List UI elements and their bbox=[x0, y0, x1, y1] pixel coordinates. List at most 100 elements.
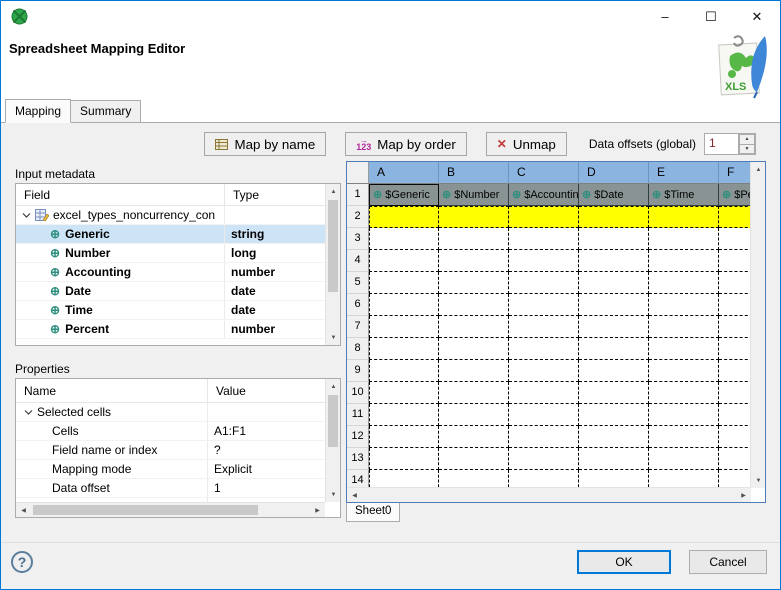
grid-cell-B13[interactable] bbox=[439, 448, 509, 470]
scroll-left-icon[interactable]: ◀ bbox=[16, 503, 31, 517]
grid-cell-E14[interactable] bbox=[649, 470, 719, 488]
grid-cell-F1[interactable]: ⊕$Percent bbox=[719, 184, 751, 206]
grid-cell-D1[interactable]: ⊕ $Date bbox=[579, 184, 649, 206]
grid-row-number[interactable]: 12 bbox=[347, 426, 369, 448]
grid-cell-B7[interactable] bbox=[439, 316, 509, 338]
unmap-button[interactable]: ✕ Unmap bbox=[485, 132, 567, 156]
grid-cell-F14[interactable] bbox=[719, 470, 751, 488]
grid-cell-D12[interactable] bbox=[579, 426, 649, 448]
grid-cell-B1[interactable]: ⊕ $Number bbox=[439, 184, 509, 206]
scroll-down-icon[interactable]: ▼ bbox=[326, 487, 340, 502]
grid-cell-C14[interactable] bbox=[509, 470, 579, 488]
properties-horizontal-scrollbar[interactable]: ◀ ▶ bbox=[16, 502, 325, 517]
grid-cell-F6[interactable] bbox=[719, 294, 751, 316]
title-bar[interactable]: – ☐ ✕ bbox=[1, 1, 780, 32]
grid-cell-B12[interactable] bbox=[439, 426, 509, 448]
grid-cell-B4[interactable] bbox=[439, 250, 509, 272]
grid-cell-A2[interactable] bbox=[369, 206, 439, 228]
grid-row-number[interactable]: 4 bbox=[347, 250, 369, 272]
grid-row-number[interactable]: 6 bbox=[347, 294, 369, 316]
grid-cell-A9[interactable] bbox=[369, 360, 439, 382]
property-row[interactable]: Mapping mode Explicit bbox=[16, 460, 325, 479]
grid-cell-C13[interactable] bbox=[509, 448, 579, 470]
ok-button[interactable]: OK bbox=[577, 550, 671, 574]
grid-row-number[interactable]: 14 bbox=[347, 470, 369, 488]
spinner-down-button[interactable]: ▼ bbox=[739, 143, 755, 154]
grid-cell-E10[interactable] bbox=[649, 382, 719, 404]
grid-column-header-C[interactable]: C bbox=[509, 162, 579, 184]
grid-cell-F12[interactable] bbox=[719, 426, 751, 448]
grid-cell-C12[interactable] bbox=[509, 426, 579, 448]
grid-column-header-B[interactable]: B bbox=[439, 162, 509, 184]
minimize-button[interactable]: – bbox=[642, 1, 688, 32]
grid-cell-F3[interactable] bbox=[719, 228, 751, 250]
scroll-down-icon[interactable]: ▼ bbox=[326, 330, 340, 345]
grid-cell-C8[interactable] bbox=[509, 338, 579, 360]
metadata-vertical-scrollbar[interactable]: ▲ ▼ bbox=[325, 184, 340, 345]
grid-cell-F5[interactable] bbox=[719, 272, 751, 294]
tab-mapping[interactable]: Mapping bbox=[5, 99, 72, 123]
grid-cell-F11[interactable] bbox=[719, 404, 751, 426]
scroll-up-icon[interactable]: ▲ bbox=[751, 162, 766, 177]
grid-cell-A13[interactable] bbox=[369, 448, 439, 470]
grid-cell-A11[interactable] bbox=[369, 404, 439, 426]
grid-cell-A14[interactable] bbox=[369, 470, 439, 488]
help-button[interactable]: ? bbox=[11, 551, 33, 573]
grid-cell-A4[interactable] bbox=[369, 250, 439, 272]
grid-cell-D13[interactable] bbox=[579, 448, 649, 470]
grid-cell-D7[interactable] bbox=[579, 316, 649, 338]
metadata-field-row[interactable]: ⊕ Time date bbox=[16, 301, 325, 320]
scroll-thumb[interactable] bbox=[328, 200, 338, 292]
close-button[interactable]: ✕ bbox=[734, 1, 780, 32]
grid-cell-F2[interactable] bbox=[719, 206, 751, 228]
grid-cell-D3[interactable] bbox=[579, 228, 649, 250]
grid-cell-A7[interactable] bbox=[369, 316, 439, 338]
grid-cell-A6[interactable] bbox=[369, 294, 439, 316]
grid-row-number[interactable]: 8 bbox=[347, 338, 369, 360]
scroll-up-icon[interactable]: ▲ bbox=[326, 184, 340, 199]
grid-row-number[interactable]: 13 bbox=[347, 448, 369, 470]
grid-cell-B10[interactable] bbox=[439, 382, 509, 404]
grid-cell-F8[interactable] bbox=[719, 338, 751, 360]
grid-cell-D9[interactable] bbox=[579, 360, 649, 382]
property-row[interactable]: Selected cells bbox=[16, 403, 325, 422]
grid-cell-E7[interactable] bbox=[649, 316, 719, 338]
data-offsets-spinner[interactable]: 1 ▲ ▼ bbox=[704, 133, 756, 155]
grid-cell-D5[interactable] bbox=[579, 272, 649, 294]
grid-row-number[interactable]: 7 bbox=[347, 316, 369, 338]
grid-cell-C7[interactable] bbox=[509, 316, 579, 338]
grid-cell-E6[interactable] bbox=[649, 294, 719, 316]
grid-cell-D14[interactable] bbox=[579, 470, 649, 488]
grid-cell-A3[interactable] bbox=[369, 228, 439, 250]
grid-cell-E13[interactable] bbox=[649, 448, 719, 470]
grid-cell-E2[interactable] bbox=[649, 206, 719, 228]
grid-cell-E1[interactable]: ⊕ $Time bbox=[649, 184, 719, 206]
grid-cell-A5[interactable] bbox=[369, 272, 439, 294]
metadata-field-row[interactable]: ⊕ Accounting number bbox=[16, 263, 325, 282]
metadata-field-row[interactable]: ⊕ Generic string bbox=[16, 225, 325, 244]
grid-cell-B14[interactable] bbox=[439, 470, 509, 488]
column-header-field[interactable]: Field bbox=[16, 184, 224, 205]
grid-cell-F4[interactable] bbox=[719, 250, 751, 272]
metadata-field-row[interactable]: ⊕ Percent number bbox=[16, 320, 325, 339]
grid-cell-C2[interactable] bbox=[509, 206, 579, 228]
grid-cell-F7[interactable] bbox=[719, 316, 751, 338]
grid-cell-B2[interactable] bbox=[439, 206, 509, 228]
property-row[interactable]: Cells A1:F1 bbox=[16, 422, 325, 441]
grid-corner-cell[interactable] bbox=[347, 162, 369, 184]
grid-row-number[interactable]: 2 bbox=[347, 206, 369, 228]
grid-row-number[interactable]: 5 bbox=[347, 272, 369, 294]
grid-cell-D10[interactable] bbox=[579, 382, 649, 404]
grid-cell-B3[interactable] bbox=[439, 228, 509, 250]
grid-row-number[interactable]: 3 bbox=[347, 228, 369, 250]
data-offsets-value[interactable]: 1 bbox=[705, 134, 738, 154]
scroll-thumb[interactable] bbox=[328, 395, 338, 447]
grid-cell-E5[interactable] bbox=[649, 272, 719, 294]
column-header-name[interactable]: Name bbox=[16, 379, 207, 402]
metadata-field-row[interactable]: ⊕ Number long bbox=[16, 244, 325, 263]
grid-column-header-A[interactable]: A bbox=[369, 162, 439, 184]
grid-cell-B8[interactable] bbox=[439, 338, 509, 360]
grid-cell-A8[interactable] bbox=[369, 338, 439, 360]
tab-summary[interactable]: Summary bbox=[70, 100, 142, 122]
grid-cell-B5[interactable] bbox=[439, 272, 509, 294]
